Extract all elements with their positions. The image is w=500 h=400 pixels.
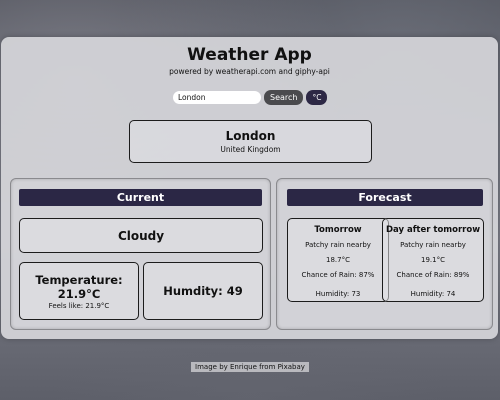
forecast-rain-chance: Chance of Rain: 87% [301,271,375,279]
forecast-temperature: 18.7°C [326,256,350,264]
app-subtitle: powered by weatherapi.com and giphy-api [169,67,330,76]
location-country: United Kingdom [220,145,281,154]
forecast-heading: Forecast [287,189,483,206]
current-heading: Current [19,189,262,206]
forecast-humidity: Humidity: 74 [410,290,456,298]
location-card: London United Kingdom [129,120,372,163]
location-city: London [225,129,276,143]
weather-app-card: Weather App powered by weatherapi.com an… [1,37,498,339]
search-button[interactable]: Search [264,90,304,105]
humidity-card: Humdity: 49 [143,262,263,320]
forecast-condition: Patchy rain nearby [400,241,466,249]
forecast-card-day-after-tomorrow: Day after tomorrow Patchy rain nearby 19… [382,218,484,302]
condition-card: Cloudy [19,218,263,253]
search-bar: Search °C [173,90,328,105]
forecast-temperature: 19.1°C [421,256,445,264]
current-panel: Current Cloudy Temperature: 21.9°C Feels… [10,178,271,330]
temperature-label: Temperature: [35,273,123,287]
image-credit: Image by Enrique from Pixabay [0,354,500,373]
forecast-card-tomorrow: Tomorrow Patchy rain nearby 18.7°C Chanc… [287,218,389,302]
feels-like-text: Feels like: 21.9°C [48,302,110,310]
app-title: Weather App [187,45,312,65]
forecast-rain-chance: Chance of Rain: 89% [396,271,470,279]
forecast-humidity: Humidity: 73 [315,290,361,298]
forecast-condition: Patchy rain nearby [305,241,371,249]
forecast-day-label: Tomorrow [314,225,362,235]
forecast-panel: Forecast Tomorrow Patchy rain nearby 18.… [276,178,493,330]
forecast-day-label: Day after tomorrow [385,225,481,235]
search-input[interactable] [173,91,261,104]
temperature-card: Temperature: 21.9°C Feels like: 21.9°C [19,262,139,320]
image-credit-text: Image by Enrique from Pixabay [191,362,309,372]
unit-toggle-button[interactable]: °C [306,90,328,105]
temperature-value: 21.9°C [57,287,101,301]
